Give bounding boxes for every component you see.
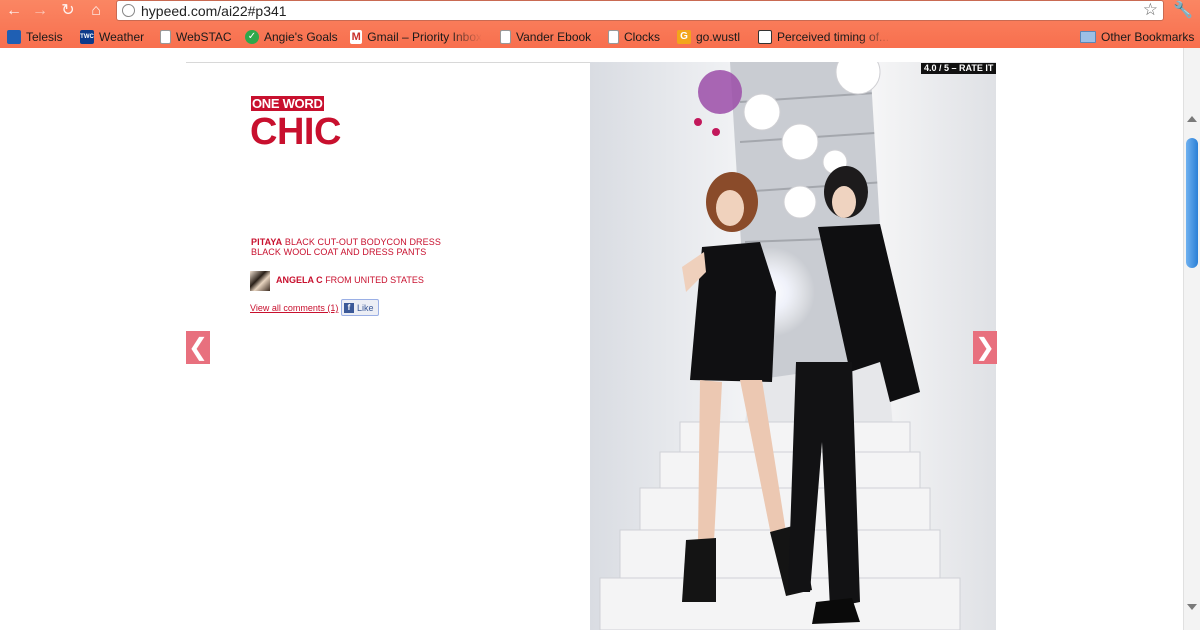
folder-icon xyxy=(1080,31,1096,43)
item-description: BLACK CUT-OUT BODYCON DRESS xyxy=(284,237,441,247)
bookmark-label: Perceived timing of... xyxy=(777,30,890,44)
page-icon xyxy=(500,30,511,44)
forward-arrow-icon[interactable]: → xyxy=(30,1,50,21)
photo-illustration xyxy=(590,62,996,630)
gmail-icon: M xyxy=(350,30,363,44)
bookmark-telesis[interactable]: Telesis xyxy=(7,27,63,47)
previous-post-button[interactable]: ❮ xyxy=(186,331,210,364)
outfit-line-1: PITAYA BLACK CUT-OUT BODYCON DRESS xyxy=(251,237,441,247)
author-name[interactable]: ANGELA C xyxy=(276,275,323,285)
scroll-thumb[interactable] xyxy=(1186,138,1198,268)
bookmark-webstac[interactable]: WebSTAC xyxy=(160,27,232,47)
bookmark-clocks[interactable]: Clocks xyxy=(608,27,660,47)
view-comments-link[interactable]: View all comments (1) xyxy=(250,303,338,314)
perceived-icon xyxy=(758,30,772,44)
bookmark-label: Angie's Goals xyxy=(264,30,338,44)
rating-badge[interactable]: 4.0 / 5 – RATE IT xyxy=(921,63,997,74)
author-location: FROM UNITED STATES xyxy=(325,275,424,285)
wrench-menu-icon[interactable]: 🔧 xyxy=(1170,0,1196,22)
item-description: BLACK WOOL COAT AND DRESS PANTS xyxy=(251,247,427,257)
like-label: Like xyxy=(357,302,374,313)
facebook-icon: f xyxy=(344,302,354,313)
facebook-like-button[interactable]: f Like xyxy=(341,299,379,316)
scroll-down-icon[interactable] xyxy=(1187,604,1197,610)
bookmark-perceived-timing[interactable]: Perceived timing of... xyxy=(758,27,892,47)
bookmark-label: WebSTAC xyxy=(176,30,232,44)
bookmark-vander-ebook[interactable]: Vander Ebook xyxy=(500,27,591,47)
next-post-button[interactable]: ❯ xyxy=(973,331,997,364)
post-title: CHIC xyxy=(250,111,341,153)
post-kicker: ONE WORD xyxy=(251,96,324,111)
bookmark-angies-goals[interactable]: ✓ Angie's Goals xyxy=(245,27,338,47)
page-icon xyxy=(608,30,619,44)
telesis-icon xyxy=(7,30,21,44)
bookmark-label: Telesis xyxy=(26,30,63,44)
home-icon[interactable]: ⌂ xyxy=(86,1,106,21)
bookmark-label: go.wustl xyxy=(696,30,741,44)
bookmark-label: Gmail – Priority Inbox xyxy=(367,30,482,44)
reload-icon[interactable]: ↻ xyxy=(58,1,78,21)
back-arrow-icon[interactable]: ← xyxy=(4,1,24,21)
page-icon xyxy=(160,30,171,44)
outfit-photo[interactable] xyxy=(590,62,996,630)
bookmark-label: Clocks xyxy=(624,30,661,44)
other-bookmarks[interactable]: Other Bookmarks xyxy=(1080,27,1194,47)
bookmark-star-icon[interactable]: ☆ xyxy=(1143,0,1158,20)
bookmark-go-wustl[interactable]: G go.wustl xyxy=(677,27,740,47)
go-icon: G xyxy=(677,30,691,44)
address-bar[interactable]: hypeed.com/ai22#p341 ☆ xyxy=(116,0,1164,21)
brand-name[interactable]: PITAYA xyxy=(251,237,282,247)
author-line: ANGELA C FROM UNITED STATES xyxy=(276,275,424,285)
bookmarks-bar: Telesis TWC Weather WebSTAC ✓ Angie's Go… xyxy=(0,27,1200,47)
divider xyxy=(186,62,590,63)
bookmark-gmail[interactable]: M Gmail – Priority Inbox xyxy=(350,27,482,47)
outfit-line-2: BLACK WOOL COAT AND DRESS PANTS xyxy=(251,247,426,257)
other-bookmarks-label: Other Bookmarks xyxy=(1101,30,1195,44)
navigation-row: ← → ↻ ⌂ hypeed.com/ai22#p341 ☆ 🔧 xyxy=(0,0,1200,23)
bookmark-label: Weather xyxy=(99,30,145,44)
bookmark-weather[interactable]: TWC Weather xyxy=(80,27,144,47)
browser-chrome: ← → ↻ ⌂ hypeed.com/ai22#p341 ☆ 🔧 Telesis… xyxy=(0,0,1200,48)
avatar[interactable] xyxy=(250,271,270,291)
bookmark-label: Vander Ebook xyxy=(516,30,592,44)
check-icon: ✓ xyxy=(245,30,259,44)
globe-icon xyxy=(122,4,135,17)
page-scrollbar[interactable] xyxy=(1183,48,1200,630)
scroll-up-icon[interactable] xyxy=(1187,116,1197,122)
twc-icon: TWC xyxy=(80,30,94,44)
url-text[interactable]: hypeed.com/ai22#p341 xyxy=(141,2,287,20)
